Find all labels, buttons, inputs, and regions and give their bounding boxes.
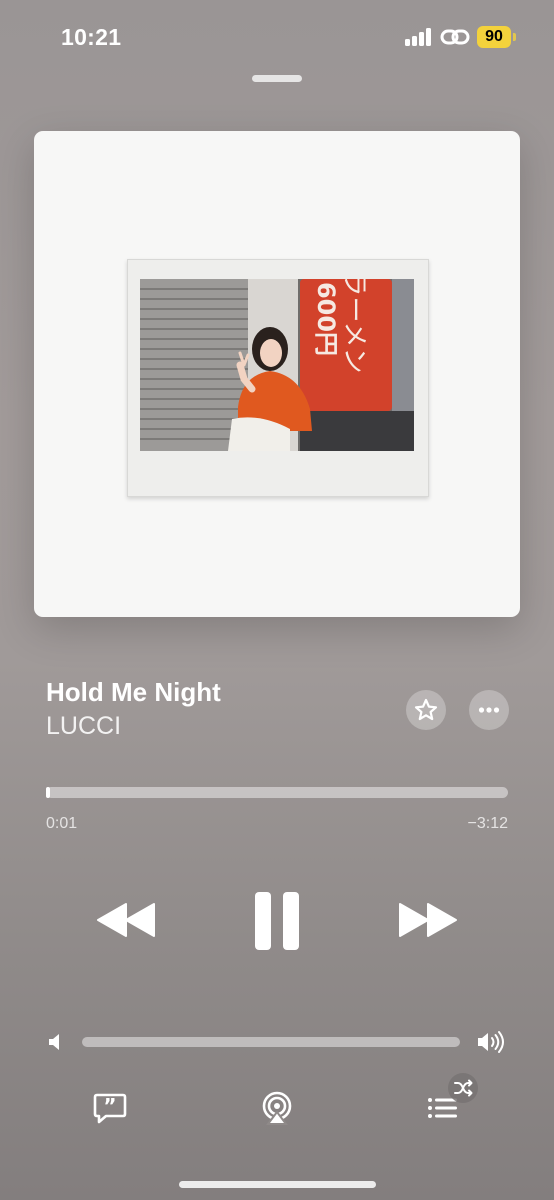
svg-text:”: ” xyxy=(103,1094,116,1118)
battery-tip xyxy=(513,33,516,41)
pause-icon xyxy=(255,892,299,950)
status-time: 10:21 xyxy=(61,24,122,50)
pause-button[interactable] xyxy=(247,890,307,954)
track-artist[interactable]: LUCCI xyxy=(46,712,121,741)
volume-slider[interactable] xyxy=(82,1037,460,1047)
home-indicator[interactable] xyxy=(179,1181,376,1188)
playback-progress-fill xyxy=(46,787,50,798)
speaker-low-icon xyxy=(49,1034,59,1050)
battery-level: 90 xyxy=(485,28,503,45)
shuffle-badge[interactable] xyxy=(448,1073,478,1103)
playback-scrubber[interactable] xyxy=(46,787,508,798)
svg-text:600円: 600円 xyxy=(312,282,340,356)
star-icon xyxy=(414,698,438,721)
rewind-button[interactable] xyxy=(96,890,156,950)
shuffle-icon xyxy=(454,1079,473,1097)
elapsed-time: 0:01 xyxy=(46,815,78,832)
signal-bars-icon xyxy=(405,28,433,46)
album-artwork: 湾ラーメン 600円 xyxy=(34,131,520,617)
battery-icon: 90 xyxy=(477,26,511,48)
status-bar: 10:21 90 xyxy=(0,0,554,74)
rewind-icon xyxy=(97,903,155,937)
artwork-photo: 湾ラーメン 600円 xyxy=(140,279,414,451)
remaining-time: −3:12 xyxy=(467,815,508,832)
fast-forward-icon xyxy=(399,903,457,937)
track-title: Hold Me Night xyxy=(46,677,221,707)
more-options-button[interactable] xyxy=(469,690,509,730)
speaker-high-icon xyxy=(478,1031,504,1053)
fast-forward-button[interactable] xyxy=(398,890,458,950)
favorite-button[interactable] xyxy=(406,690,446,730)
lyrics-quote-icon[interactable]: ” xyxy=(92,1090,128,1126)
svg-text:湾ラーメン: 湾ラーメン xyxy=(339,279,369,373)
link-icon xyxy=(440,29,470,45)
airplay-icon[interactable] xyxy=(259,1090,295,1126)
ellipsis-icon xyxy=(478,707,500,713)
sheet-grabber[interactable] xyxy=(252,75,302,82)
instant-photo: 湾ラーメン 600円 xyxy=(127,259,429,497)
